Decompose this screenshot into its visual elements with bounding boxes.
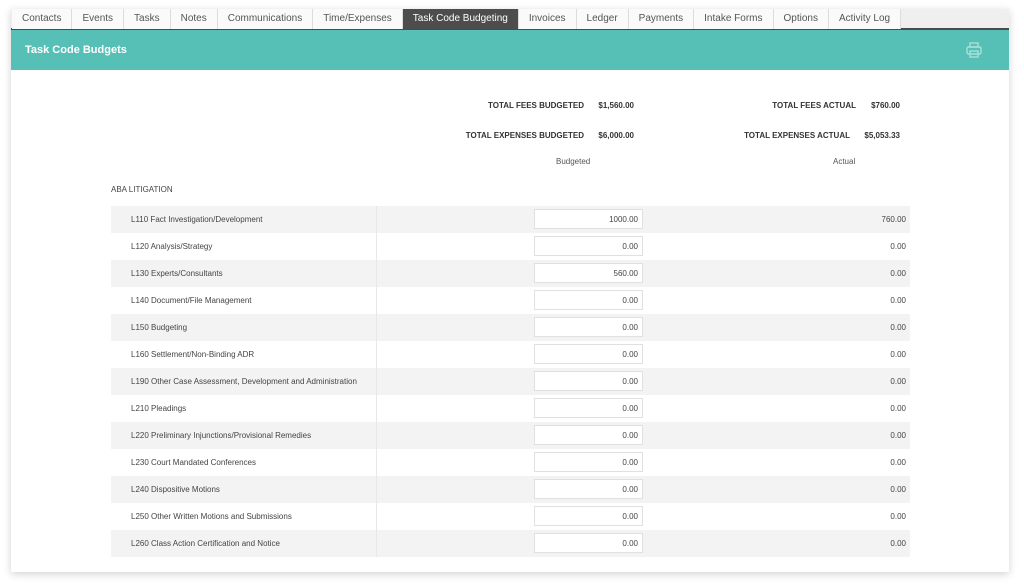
actual-amount: 0.00 (890, 512, 906, 521)
task-code-name: L120 Analysis/Strategy (111, 233, 377, 260)
page-header: Task Code Budgets (11, 30, 1009, 70)
tab-time-expenses[interactable]: Time/Expenses (313, 9, 403, 29)
budgeted-amount-input[interactable] (534, 236, 643, 256)
printer-icon[interactable] (965, 41, 983, 59)
budgeted-amount-input[interactable] (534, 344, 643, 364)
table-row: L110 Fact Investigation/Development 760.0… (111, 206, 910, 233)
total-fees-actual-label: TOTAL FEES ACTUAL (772, 101, 856, 110)
actual-amount: 0.00 (890, 458, 906, 467)
actual-amount: 0.00 (890, 404, 906, 413)
table-row: L250 Other Written Motions and Submissio… (111, 503, 910, 530)
task-code-name: L210 Pleadings (111, 395, 377, 422)
task-code-name: L260 Class Action Certification and Noti… (111, 530, 377, 557)
tab-communications[interactable]: Communications (217, 9, 314, 29)
budgeted-amount-input[interactable] (534, 371, 643, 391)
tab-tasks[interactable]: Tasks (124, 9, 171, 29)
table-row: L210 Pleadings 0.00 (111, 395, 910, 422)
table-row: L130 Experts/Consultants 0.00 (111, 260, 910, 287)
task-code-name: L190 Other Case Assessment, Development … (111, 368, 377, 395)
total-expenses-actual-label: TOTAL EXPENSES ACTUAL (744, 131, 850, 140)
table-row: L160 Settlement/Non-Binding ADR 0.00 (111, 341, 910, 368)
table-row: L220 Preliminary Injunctions/Provisional… (111, 422, 910, 449)
window: Contacts Events Tasks Notes Communications Ti… (11, 9, 1009, 572)
table-row: L230 Court Mandated Conferences 0.00 (111, 449, 910, 476)
tab-notes[interactable]: Notes (170, 9, 218, 29)
tab-invoices[interactable]: Invoices (518, 9, 577, 29)
table-row: L240 Dispositive Motions 0.00 (111, 476, 910, 503)
budgeted-amount-input[interactable] (534, 479, 643, 499)
tab-payments[interactable]: Payments (628, 9, 695, 29)
budgeted-column-header: Budgeted (556, 157, 591, 166)
table-row: L190 Other Case Assessment, Development … (111, 368, 910, 395)
task-code-name: L110 Fact Investigation/Development (111, 206, 377, 233)
task-code-name: L160 Settlement/Non-Binding ADR (111, 341, 377, 368)
actual-amount: 760.00 (881, 215, 906, 224)
actual-amount: 0.00 (890, 269, 906, 278)
tab-options[interactable]: Options (773, 9, 829, 29)
tab-bar: Contacts Events Tasks Notes Communications Ti… (11, 9, 1009, 30)
table-row: L140 Document/File Management 0.00 (111, 287, 910, 314)
actual-amount: 0.00 (890, 350, 906, 359)
task-code-name: L220 Preliminary Injunctions/Provisional… (111, 422, 377, 449)
tab-intake-forms[interactable]: Intake Forms (694, 9, 774, 29)
budget-content: TOTAL FEES BUDGETED $1,560.00 TOTAL EXPE… (11, 70, 1009, 572)
actual-column-header: Actual (833, 157, 856, 166)
budgeted-amount-input[interactable] (534, 533, 643, 553)
actual-amount: 0.00 (890, 242, 906, 251)
budgeted-amount-input[interactable] (534, 506, 643, 526)
actual-amount: 0.00 (890, 323, 906, 332)
section-title: ABA LITIGATION (111, 185, 173, 194)
table-row: L260 Class Action Certification and Noti… (111, 530, 910, 557)
task-code-name: L230 Court Mandated Conferences (111, 449, 377, 476)
table-row: L150 Budgeting 0.00 (111, 314, 910, 341)
page-title: Task Code Budgets (25, 44, 127, 56)
actual-amount: 0.00 (890, 377, 906, 386)
budgeted-amount-input[interactable] (534, 425, 643, 445)
task-code-name: L250 Other Written Motions and Submissio… (111, 503, 377, 530)
task-code-name: L130 Experts/Consultants (111, 260, 377, 287)
tab-contacts[interactable]: Contacts (12, 9, 73, 29)
tab-events[interactable]: Events (72, 9, 125, 29)
budgeted-amount-input[interactable] (534, 317, 643, 337)
total-fees-actual-value: $760.00 (871, 101, 900, 110)
actual-amount: 0.00 (890, 296, 906, 305)
task-code-table: L110 Fact Investigation/Development 760.0… (111, 206, 910, 557)
total-fees-budgeted-value: $1,560.00 (598, 101, 634, 110)
total-expenses-actual-value: $5,053.33 (864, 131, 900, 140)
total-expenses-budgeted-label: TOTAL EXPENSES BUDGETED (465, 131, 584, 140)
budgeted-amount-input[interactable] (534, 263, 643, 283)
tab-task-code-budgeting[interactable]: Task Code Budgeting (402, 9, 519, 29)
actual-amount: 0.00 (890, 485, 906, 494)
task-code-name: L240 Dispositive Motions (111, 476, 377, 503)
tab-ledger[interactable]: Ledger (576, 9, 629, 29)
actual-amount: 0.00 (890, 539, 906, 548)
task-code-name: L140 Document/File Management (111, 287, 377, 314)
budgeted-amount-input[interactable] (534, 209, 643, 229)
budgeted-amount-input[interactable] (534, 398, 643, 418)
tab-activity-log[interactable]: Activity Log (828, 9, 902, 29)
task-code-name: L150 Budgeting (111, 314, 377, 341)
total-expenses-budgeted-value: $6,000.00 (598, 131, 634, 140)
budgeted-amount-input[interactable] (534, 452, 643, 472)
total-fees-budgeted-label: TOTAL FEES BUDGETED (487, 101, 584, 110)
table-row: L120 Analysis/Strategy 0.00 (111, 233, 910, 260)
actual-amount: 0.00 (890, 431, 906, 440)
budgeted-amount-input[interactable] (534, 290, 643, 310)
